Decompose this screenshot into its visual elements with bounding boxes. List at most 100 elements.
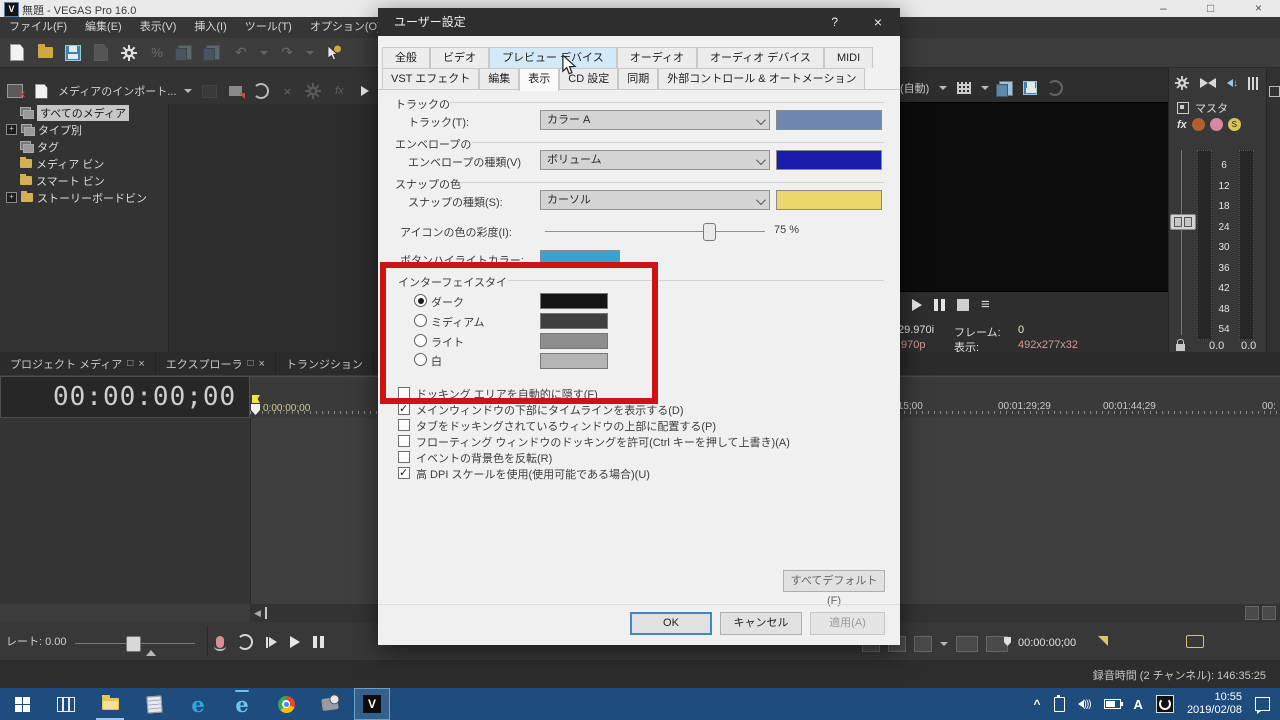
tab-external-control[interactable]: 外部コントロール & オートメーション [658, 68, 865, 89]
tab-sync[interactable]: 同期 [618, 68, 658, 89]
media-play-icon[interactable] [356, 82, 374, 100]
maximize-icon[interactable]: □ [1207, 1, 1214, 15]
tab-cd-settings[interactable]: CD 設定 [559, 68, 618, 89]
edge-button[interactable]: e [176, 688, 220, 720]
menu-tools[interactable]: ツール(T) [236, 17, 301, 38]
save-icon[interactable] [64, 44, 82, 62]
expand-icon[interactable]: + [6, 192, 17, 203]
interactive-tutorials-icon[interactable] [324, 44, 342, 62]
preview-quality-dropdown[interactable]: (自動) [900, 80, 929, 96]
cancel-button[interactable]: キャンセル [720, 612, 802, 635]
overlays-grid-icon[interactable] [957, 82, 971, 94]
apply-button[interactable]: 適用(A) [810, 612, 885, 635]
button-highlight-swatch[interactable] [540, 250, 620, 268]
ime-tool-icon[interactable] [1156, 695, 1174, 713]
lock-icon[interactable] [1176, 344, 1185, 351]
notepad-button[interactable] [132, 688, 176, 720]
close-tab-icon[interactable]: × [259, 358, 265, 370]
chrome-button[interactable] [264, 688, 308, 720]
tab-video[interactable]: ビデオ [430, 47, 489, 68]
audio-device-icon[interactable]: ↓ [1227, 78, 1237, 89]
tab-project-media[interactable]: プロジェクト メディア □ × [0, 352, 156, 375]
menu-edit[interactable]: 編集(E) [76, 17, 131, 38]
checkbox-tabs-top[interactable] [398, 419, 410, 431]
checkbox-label[interactable]: 高 DPI スケールを使用(使用可能である場合)(U) [416, 466, 650, 482]
copy-frame-icon[interactable] [999, 81, 1013, 96]
undo-dropdown-icon[interactable] [260, 51, 268, 55]
checkbox-allow-float-dock[interactable] [398, 435, 410, 447]
radio-light[interactable] [414, 334, 427, 347]
menu-options[interactable]: オプション(O) [301, 17, 390, 38]
preview-play-icon[interactable] [912, 299, 922, 311]
checkbox-auto-hide-dock[interactable] [398, 387, 410, 399]
external-monitor-icon[interactable] [1047, 80, 1063, 96]
master-fader-handle[interactable] [1170, 214, 1196, 230]
checkbox-timeline-bottom[interactable] [398, 403, 410, 415]
tree-item-smart-bin[interactable]: スマート ビン [0, 172, 168, 189]
battery-icon[interactable] [1104, 699, 1121, 709]
remove-media-icon[interactable]: × [278, 82, 296, 100]
redo-icon[interactable]: ↷ [278, 44, 296, 62]
checkbox-label[interactable]: フローティング ウィンドウのドッキングを許可(Ctrl キーを押して上書き)(A… [416, 434, 790, 450]
add-bus-icon[interactable] [1200, 78, 1216, 88]
scroll-thumb-edge[interactable] [265, 607, 267, 619]
tab-preview-device[interactable]: プレビュー デバイス [489, 47, 617, 68]
tab-audio-device[interactable]: オーディオ デバイス [697, 47, 824, 68]
task-view-button[interactable] [44, 688, 88, 720]
extract-audio-icon[interactable] [252, 82, 270, 100]
overlays-dropdown-icon[interactable] [981, 86, 989, 90]
radio-white[interactable] [414, 353, 427, 366]
playhead-flag-icon[interactable] [252, 395, 260, 403]
menu-insert[interactable]: 挿入(I) [185, 17, 235, 38]
new-project-icon[interactable] [8, 44, 26, 62]
tab-transitions[interactable]: トランジション [276, 352, 374, 375]
tray-chevron-icon[interactable]: ^ [1034, 697, 1041, 711]
play-icon[interactable] [290, 636, 300, 648]
action-center-icon[interactable] [1255, 697, 1270, 711]
tab-vst-effects[interactable]: VST エフェクト [382, 68, 479, 89]
preview-thumb-icon[interactable] [200, 82, 218, 100]
radio-medium-label[interactable]: ミディアム [431, 314, 484, 330]
checkbox-label[interactable]: イベントの背景色を反転(R) [416, 450, 552, 466]
scroll-left-icon[interactable]: ◀ [250, 608, 265, 619]
zoom-in-icon[interactable] [1262, 606, 1276, 620]
media-properties-gear-icon[interactable] [304, 82, 322, 100]
tree-item-by-type[interactable]: + タイプ別 [0, 121, 168, 138]
rate-reset-icon[interactable] [146, 650, 156, 656]
record-icon[interactable] [216, 636, 224, 648]
pause-icon[interactable] [313, 636, 324, 648]
undo-icon[interactable]: ↶ [232, 44, 250, 62]
zoom-out-icon[interactable] [1245, 606, 1259, 620]
master-plugin1-icon[interactable] [1192, 118, 1205, 131]
menu-view[interactable]: 表示(V) [131, 17, 186, 38]
cut-icon[interactable]: % [148, 44, 166, 62]
tree-item-media-bin[interactable]: メディア ビン [0, 155, 168, 172]
properties-gear-icon[interactable] [120, 44, 138, 62]
taskbar-clock[interactable]: 10:55 2019/02/08 [1187, 691, 1242, 717]
close-tab-icon[interactable]: × [138, 358, 144, 370]
ok-button[interactable]: OK [630, 612, 712, 635]
media-offline-icon[interactable]: x [6, 82, 24, 100]
tool-dropdown-icon[interactable] [940, 642, 948, 646]
media-app-button[interactable] [308, 688, 352, 720]
envelope-type-select[interactable]: ボリューム [540, 150, 770, 170]
master-plugin2-icon[interactable] [1210, 118, 1223, 131]
master-plugin3-icon[interactable]: S [1228, 118, 1241, 131]
tool-extra-icon[interactable] [914, 636, 932, 652]
import-dropdown-icon[interactable] [184, 89, 192, 93]
track-color-select[interactable]: カラー A [540, 110, 770, 130]
render-icon[interactable] [92, 44, 110, 62]
preview-menu-icon[interactable]: ≡ [981, 296, 990, 313]
expand-icon[interactable]: + [6, 124, 17, 135]
tree-item-tags[interactable]: タグ [0, 138, 168, 155]
open-icon[interactable] [36, 44, 54, 62]
mixer-sliders-icon[interactable] [1248, 77, 1258, 90]
preview-pause-icon[interactable] [934, 299, 945, 311]
play-from-start-icon[interactable] [266, 637, 277, 648]
snap-type-select[interactable]: カーソル [540, 190, 770, 210]
internet-explorer-button[interactable]: e [220, 688, 264, 720]
usb-icon[interactable] [1054, 697, 1065, 712]
envelope-lock-tool-icon[interactable] [956, 636, 978, 652]
master-fx-icon[interactable]: fx [1177, 119, 1187, 131]
menu-file[interactable]: ファイル(F) [0, 17, 76, 38]
